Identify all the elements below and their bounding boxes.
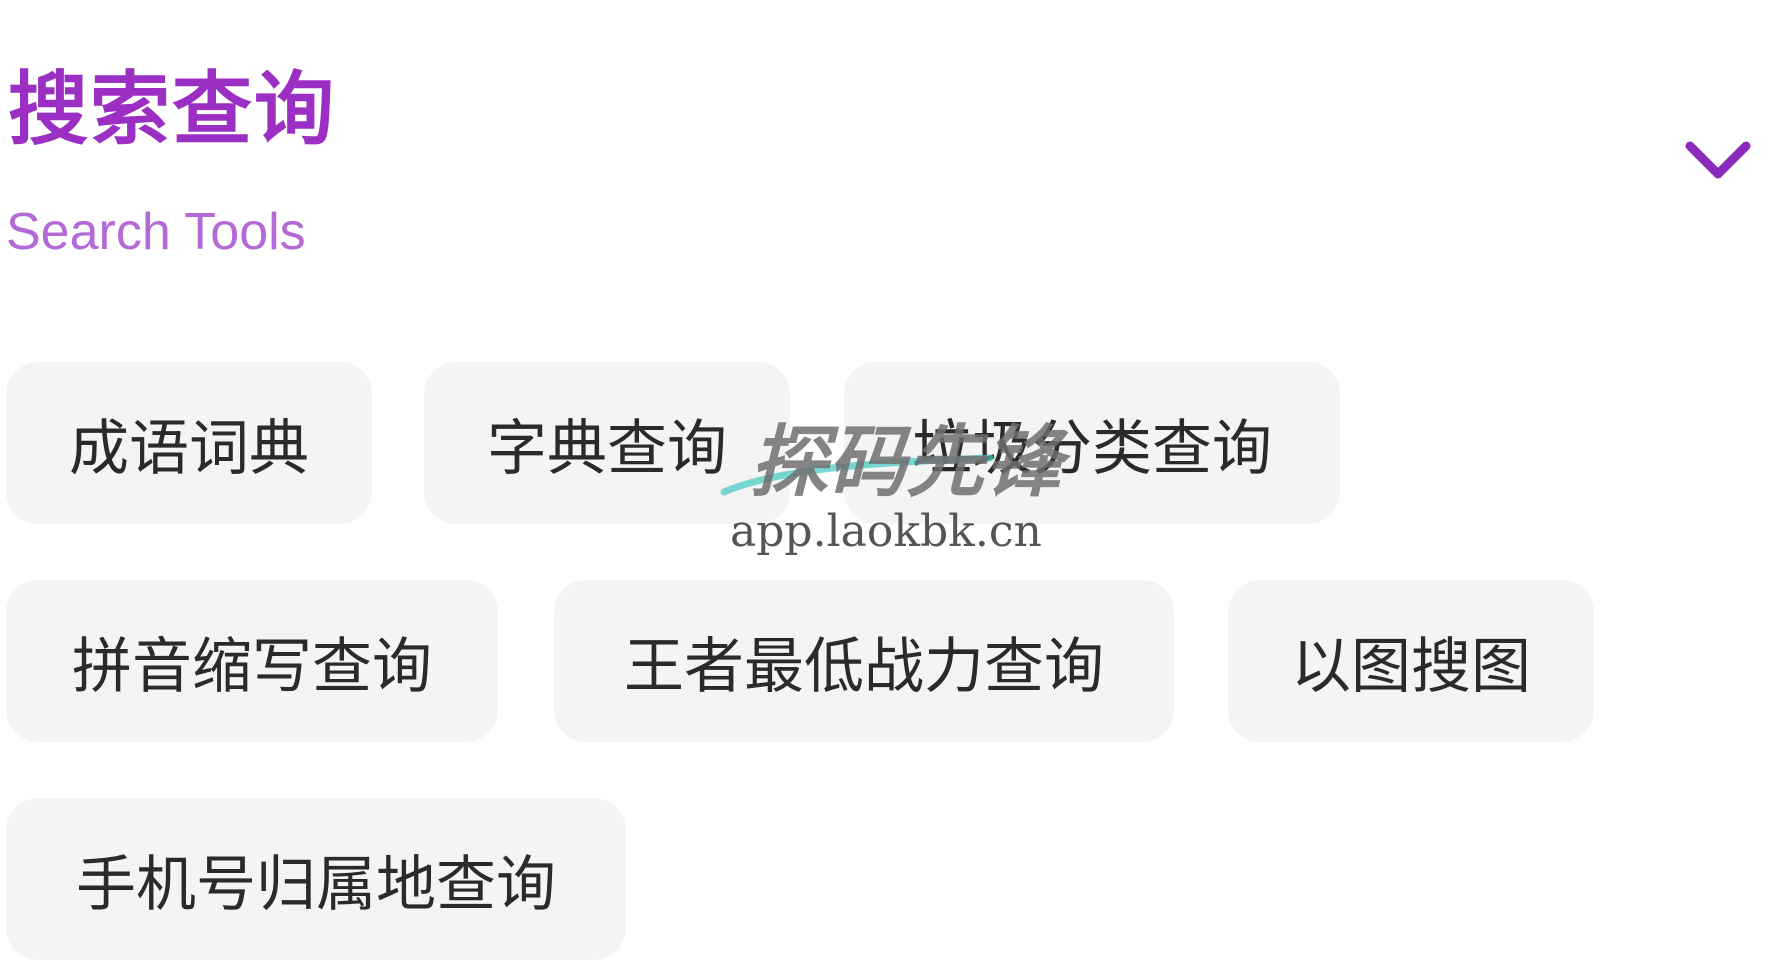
tool-chip-label: 王者最低战力查询 xyxy=(624,631,1104,702)
tool-chip-honor-of-kings-power[interactable]: 王者最低战力查询 xyxy=(554,580,1174,742)
tool-chip-label: 字典查询 xyxy=(487,413,727,484)
section-subtitle: Search Tools xyxy=(6,203,306,261)
tool-chip-idiom-dictionary[interactable]: 成语词典 xyxy=(6,362,372,524)
chevron-down-icon xyxy=(1685,141,1751,179)
tool-chip-label: 拼音缩写查询 xyxy=(72,631,432,702)
tool-chip-label: 成语词典 xyxy=(69,413,309,484)
tool-chip-pinyin-abbreviation[interactable]: 拼音缩写查询 xyxy=(6,580,498,742)
collapse-button[interactable] xyxy=(1680,130,1756,194)
tool-chip-label: 以图搜图 xyxy=(1291,631,1531,702)
tool-chip-garbage-sorting[interactable]: 垃圾分类查询 xyxy=(844,362,1340,524)
section-title: 搜索查询 xyxy=(8,63,336,156)
tool-chip-label: 垃圾分类查询 xyxy=(912,413,1272,484)
tool-chip-image-search[interactable]: 以图搜图 xyxy=(1228,580,1594,742)
tool-chip-label: 手机号归属地查询 xyxy=(76,849,556,920)
section-header: 搜索查询 Search Tools xyxy=(0,0,1769,300)
tool-chip-dictionary[interactable]: 字典查询 xyxy=(424,362,790,524)
tool-chip-phone-location[interactable]: 手机号归属地查询 xyxy=(6,798,626,960)
